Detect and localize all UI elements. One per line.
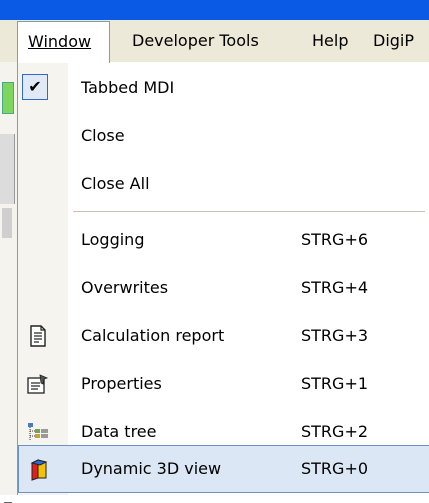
background-toolbar-green — [2, 82, 14, 114]
background-scroll — [2, 208, 12, 238]
menu-item-label: Dynamic 3D view — [81, 459, 222, 478]
menu-item-shortcut: STRG+0 — [301, 459, 369, 478]
menu-item-label: Overwrites — [81, 278, 169, 297]
menu-digip-label: DigiP — [373, 31, 415, 50]
3d-view-icon — [30, 459, 48, 481]
checkmark-icon: ✔ — [22, 74, 48, 100]
menu-item-calculation-report[interactable]: Calculation report STRG+3 — [18, 312, 429, 360]
menu-item-properties[interactable]: Properties STRG+1 — [18, 360, 429, 408]
menu-developer-tools-label: Developer Tools — [132, 31, 259, 50]
menu-item-label: Logging — [81, 230, 145, 249]
menu-window[interactable]: Window — [17, 21, 110, 63]
menu-item-overwrites[interactable]: Overwrites STRG+4 — [18, 264, 429, 312]
menu-window-label: Window — [28, 32, 92, 51]
menu-item-label: Properties — [81, 374, 162, 393]
window-title-bar — [0, 0, 429, 20]
menu-item-close-all[interactable]: Close All — [18, 160, 429, 208]
report-icon — [30, 325, 46, 347]
menu-item-shortcut: STRG+3 — [301, 326, 369, 345]
menu-item-dynamic-3d-view[interactable]: Dynamic 3D view STRG+0 — [18, 445, 429, 493]
properties-icon — [27, 374, 49, 394]
window-dropdown-menu: ✔ Tabbed MDI Close Close All Logging STR… — [17, 62, 429, 495]
background-window-edge — [0, 62, 17, 503]
menu-help[interactable]: Help — [312, 20, 348, 62]
menu-item-shortcut: STRG+1 — [301, 374, 369, 393]
menu-item-label: Tabbed MDI — [81, 78, 175, 97]
menu-digip[interactable]: DigiP — [373, 20, 414, 62]
menu-item-label: Close — [81, 126, 125, 145]
menu-item-close[interactable]: Close — [18, 112, 429, 160]
menu-bar: Window Developer Tools Help DigiP — [0, 20, 429, 63]
menu-item-label: Calculation report — [81, 326, 225, 345]
menu-separator — [73, 211, 425, 212]
menu-developer-tools[interactable]: Developer Tools — [132, 20, 259, 62]
background-panel — [0, 134, 15, 204]
menu-help-label: Help — [312, 31, 349, 50]
menu-item-tabbed-mdi[interactable]: ✔ Tabbed MDI — [18, 64, 429, 112]
menu-item-logging[interactable]: Logging STRG+6 — [18, 216, 429, 264]
menu-item-shortcut: STRG+6 — [301, 230, 369, 249]
data-tree-icon — [28, 423, 48, 441]
menu-item-shortcut: STRG+4 — [301, 278, 369, 297]
menu-item-label: Close All — [81, 174, 150, 193]
